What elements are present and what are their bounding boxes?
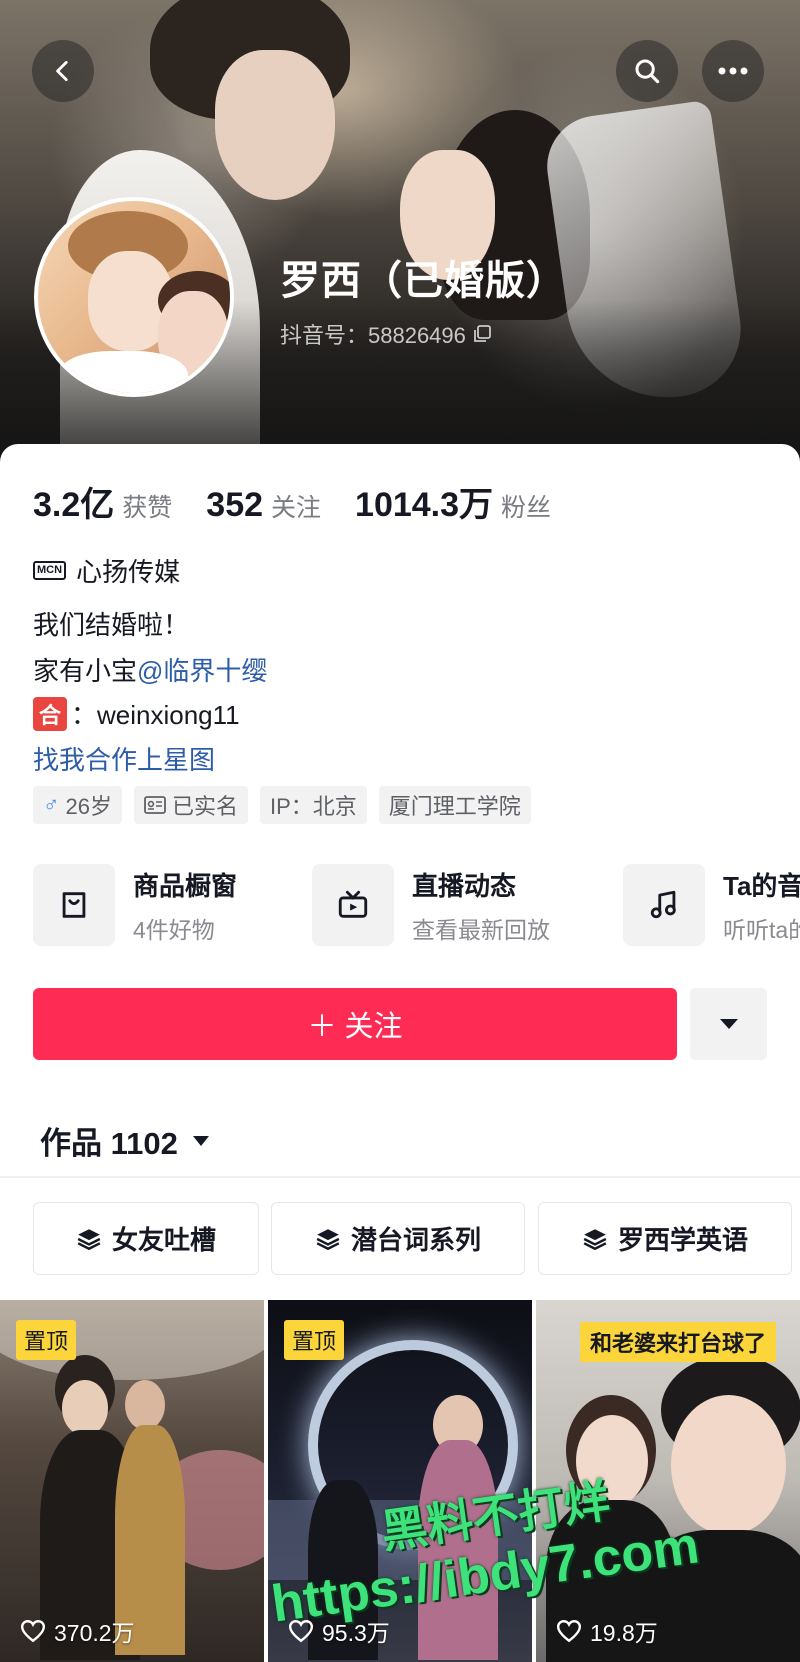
video-likes: 19.8万 bbox=[556, 1614, 658, 1648]
caret-down-icon bbox=[192, 1135, 209, 1146]
service-subtitle: 查看最新回放 bbox=[412, 916, 550, 943]
collection-label: 潜台词系列 bbox=[350, 1225, 481, 1255]
douyin-id-text: 抖音号：58826496 bbox=[280, 323, 466, 348]
divider bbox=[0, 1176, 800, 1178]
chevron-left-icon bbox=[56, 60, 68, 82]
collection-chip[interactable]: 潜台词系列 bbox=[271, 1202, 525, 1275]
bio-line: 家有小宝@临界十缨 bbox=[33, 651, 267, 688]
stat-label: 获赞 bbox=[122, 494, 173, 522]
music-note-icon bbox=[623, 864, 705, 946]
profile-tags: ♂ 26岁 已实名 IP：北京 厦门理工学院 bbox=[33, 786, 531, 824]
tab-works[interactable]: 作品 1102 bbox=[40, 1118, 210, 1163]
service-title: 直播动态 bbox=[412, 870, 517, 901]
collection-label: 罗西学英语 bbox=[617, 1225, 748, 1255]
search-button[interactable] bbox=[616, 40, 678, 102]
pinned-badge: 置顶 bbox=[16, 1320, 77, 1360]
video-thumbnail[interactable]: 置顶 370.2万 bbox=[0, 1300, 264, 1662]
stat-label: 关注 bbox=[271, 494, 322, 522]
caret-down-icon bbox=[719, 1019, 738, 1029]
follow-button[interactable]: ＋ 关注 bbox=[33, 988, 677, 1060]
tag-age: ♂ 26岁 bbox=[33, 786, 122, 824]
douyin-id[interactable]: 抖音号：58826496 bbox=[280, 318, 492, 350]
video-likes-count: 19.8万 bbox=[590, 1620, 658, 1646]
heart-icon bbox=[556, 1620, 582, 1643]
bio-text: ：weinxiong11 bbox=[71, 700, 240, 730]
more-button[interactable] bbox=[702, 40, 764, 102]
service-music[interactable]: Ta的音 听听ta的 bbox=[623, 864, 800, 946]
stat-likes[interactable]: 3.2亿 获赞 bbox=[33, 477, 172, 526]
id-card-icon bbox=[144, 796, 166, 814]
pinned-badge: 置顶 bbox=[284, 1320, 345, 1360]
tag-school[interactable]: 厦门理工学院 bbox=[378, 786, 531, 824]
layers-icon bbox=[583, 1228, 607, 1250]
stats-row: 3.2亿 获赞 352 关注 1014.3万 粉丝 bbox=[33, 477, 585, 526]
video-caption: 和老婆来打台球了 bbox=[580, 1322, 777, 1362]
video-likes: 370.2万 bbox=[20, 1614, 135, 1648]
tag-ip: IP：北京 bbox=[260, 786, 367, 824]
collections-row: 女友吐槽 潜台词系列 罗西学英语 bbox=[33, 1202, 800, 1277]
service-title: 商品橱窗 bbox=[133, 870, 238, 901]
layers-icon bbox=[77, 1228, 101, 1250]
bio-line: 我们结婚啦！ bbox=[33, 610, 190, 640]
mcn-icon: MCN bbox=[33, 561, 67, 580]
bio-mention-link[interactable]: @临界十缨 bbox=[137, 656, 267, 686]
video-likes-count: 370.2万 bbox=[54, 1620, 135, 1646]
stat-value: 352 bbox=[206, 486, 264, 524]
tv-icon bbox=[312, 864, 394, 946]
service-subtitle: 听听ta的 bbox=[723, 916, 800, 943]
xingtu-link[interactable]: 找我合作上星图 bbox=[33, 740, 215, 777]
collection-chip[interactable]: 罗西学英语 bbox=[538, 1202, 792, 1275]
collection-chip[interactable]: 女友吐槽 bbox=[33, 1202, 259, 1275]
profile-nickname: 罗西（已婚版） bbox=[280, 259, 567, 303]
service-subtitle: 4件好物 bbox=[133, 916, 215, 943]
shopping-bag-icon bbox=[33, 864, 115, 946]
services-row: 商品橱窗 4件好物 直播动态 查看最新回放 Ta的音 听听ta的 bbox=[33, 864, 800, 946]
layers-icon bbox=[316, 1228, 340, 1250]
avatar[interactable] bbox=[34, 197, 234, 397]
recommend-dropdown-button[interactable] bbox=[690, 988, 767, 1060]
service-shop-window[interactable]: 商品橱窗 4件好物 bbox=[33, 864, 237, 946]
copy-icon[interactable] bbox=[472, 324, 492, 344]
tab-works-label: 作品 1102 bbox=[40, 1126, 178, 1161]
tag-label: 26岁 bbox=[65, 794, 112, 819]
cooperation-icon: 合 bbox=[33, 696, 67, 731]
cover-figure bbox=[215, 50, 335, 200]
bio-line: 合 ：weinxiong11 bbox=[33, 695, 240, 732]
mcn-name: 心扬传媒 bbox=[76, 557, 181, 587]
stat-value: 3.2亿 bbox=[33, 486, 115, 524]
tag-label: 厦门理工学院 bbox=[388, 794, 521, 819]
stat-followers[interactable]: 1014.3万 粉丝 bbox=[355, 477, 551, 526]
service-title: Ta的音 bbox=[723, 870, 800, 901]
tag-verified[interactable]: 已实名 bbox=[133, 786, 248, 824]
heart-icon bbox=[20, 1620, 46, 1643]
collection-label: 女友吐槽 bbox=[111, 1225, 216, 1255]
stat-label: 粉丝 bbox=[501, 494, 552, 522]
mcn-row[interactable]: MCN 心扬传媒 bbox=[33, 552, 180, 589]
bio-text: 家有小宝 bbox=[33, 656, 138, 686]
stat-following[interactable]: 352 关注 bbox=[206, 486, 321, 525]
back-button[interactable] bbox=[32, 40, 94, 102]
service-live[interactable]: 直播动态 查看最新回放 bbox=[312, 864, 550, 946]
more-horizontal-icon bbox=[718, 67, 748, 75]
male-icon: ♂ bbox=[43, 792, 60, 817]
stat-value: 1014.3万 bbox=[355, 486, 494, 524]
search-icon bbox=[635, 59, 660, 84]
tag-label: IP：北京 bbox=[270, 794, 357, 819]
tag-label: 已实名 bbox=[171, 794, 238, 819]
